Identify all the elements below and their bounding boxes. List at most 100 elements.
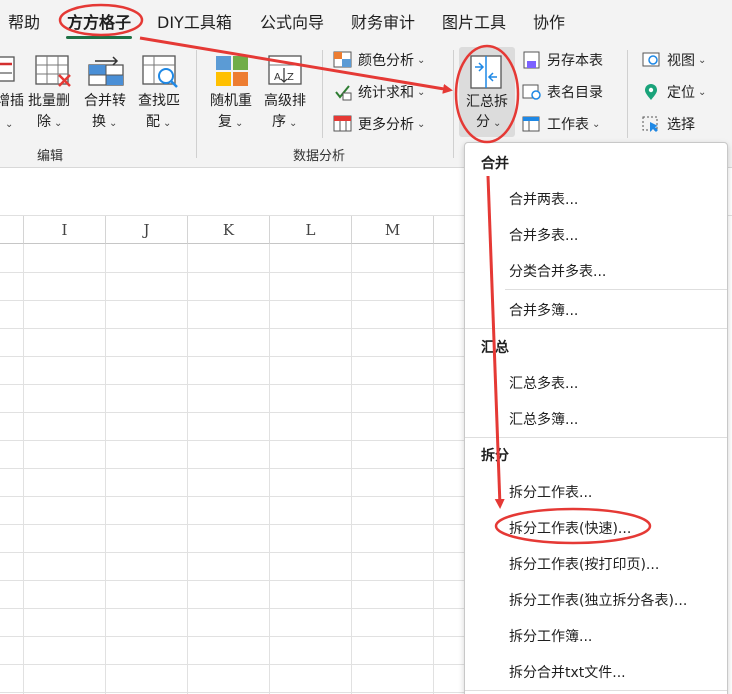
summary-split-dropdown: 合并 合并两表... 合并多表... 分类合并多表... 合并多簿... 汇总 … xyxy=(464,142,728,694)
advanced-sort-button[interactable]: A Z 高级排 序 ⌄ xyxy=(262,50,312,132)
column-header-k[interactable]: K xyxy=(188,216,270,244)
section-header-split: 拆分 xyxy=(481,448,509,464)
locate-button[interactable]: 定位 ⌄ xyxy=(642,80,706,104)
color-analysis-label: 颜色分析 xyxy=(358,53,414,69)
grid-line xyxy=(0,496,464,497)
active-tab-indicator xyxy=(66,36,132,39)
save-sheet-button[interactable]: 另存本表 xyxy=(522,48,603,72)
column-header-partial[interactable] xyxy=(0,216,24,244)
ribbon-divider xyxy=(453,50,454,158)
summary-split-label-1: 汇总拆 xyxy=(466,94,508,110)
grid-line xyxy=(0,440,464,441)
ribbon-divider xyxy=(322,50,323,138)
merge-convert-label-2: 换 ⌄ xyxy=(92,114,118,130)
grid-line xyxy=(0,692,464,693)
random-repeat-button[interactable]: 随机重 复 ⌄ xyxy=(208,50,258,132)
menu-item-category-merge-sheets[interactable]: 分类合并多表... xyxy=(509,261,606,281)
locate-pin-icon xyxy=(645,84,657,100)
chevron-down-icon: ⌄ xyxy=(417,86,426,98)
more-analysis-label: 更多分析 xyxy=(358,117,414,133)
group-label-data-analysis: 数据分析 xyxy=(293,149,346,164)
stat-sum-button[interactable]: 统计求和 ⌄ xyxy=(333,80,425,104)
merge-convert-label-1: 合并转 xyxy=(84,93,126,109)
menu-divider xyxy=(465,328,727,329)
advanced-sort-label-2: 序 ⌄ xyxy=(272,114,298,130)
menu-bar: 帮助 方方格子 DIY工具箱 公式向导 财务审计 图片工具 协作 xyxy=(0,0,732,42)
view-button[interactable]: 视图 ⌄ xyxy=(642,48,706,72)
worksheet-icon xyxy=(522,116,540,132)
grid-line xyxy=(0,552,464,553)
save-sheet-icon xyxy=(523,51,540,69)
menu-item-summarize-workbooks[interactable]: 汇总多簿... xyxy=(509,409,578,429)
column-header-m[interactable]: M xyxy=(352,216,434,244)
sheet-directory-label: 表名目录 xyxy=(547,85,603,101)
chevron-down-icon: ⌄ xyxy=(289,118,298,129)
insert-button[interactable]: 增插 ⌄ xyxy=(0,50,24,130)
merge-convert-icon xyxy=(88,56,124,86)
tab-image-tools[interactable]: 图片工具 xyxy=(442,9,506,33)
stat-sum-icon xyxy=(335,85,352,101)
grid-line xyxy=(0,356,464,357)
grid-line xyxy=(269,244,270,694)
more-analysis-button[interactable]: 更多分析 ⌄ xyxy=(333,112,425,136)
batch-delete-button[interactable]: 批量删 除 ⌄ xyxy=(28,50,78,132)
select-label: 选择 xyxy=(667,117,695,133)
tab-diy-toolbox[interactable]: DIY工具箱 xyxy=(157,9,232,33)
section-header-merge: 合并 xyxy=(481,156,509,172)
menu-item-split-worksheet-print-pages[interactable]: 拆分工作表(按打印页)... xyxy=(509,554,659,574)
grid-line xyxy=(187,244,188,694)
chevron-down-icon: ⌄ xyxy=(417,54,426,66)
grid-line xyxy=(0,300,464,301)
chevron-down-icon: ⌄ xyxy=(54,118,63,129)
column-header-l[interactable]: L xyxy=(270,216,352,244)
section-header-summary: 汇总 xyxy=(481,340,509,356)
chevron-down-icon: ⌄ xyxy=(235,118,244,129)
menu-item-merge-multiple-sheets[interactable]: 合并多表... xyxy=(509,225,578,245)
color-analysis-button[interactable]: 颜色分析 ⌄ xyxy=(333,48,425,72)
grid-line xyxy=(105,244,106,694)
chevron-down-icon: ⌄ xyxy=(592,118,601,130)
chevron-down-icon: ⌄ xyxy=(698,86,707,98)
menu-item-merge-multiple-workbooks[interactable]: 合并多簿... xyxy=(509,300,578,320)
grid-line xyxy=(0,468,464,469)
summary-split-icon xyxy=(470,55,502,89)
menu-item-merge-two-sheets[interactable]: 合并两表... xyxy=(509,189,578,209)
svg-text:Z: Z xyxy=(287,72,294,83)
insert-icon xyxy=(0,56,15,82)
summary-split-label-2: 分 ⌄ xyxy=(476,114,502,130)
more-analysis-icon xyxy=(333,115,352,132)
column-header-i[interactable]: I xyxy=(24,216,106,244)
select-button[interactable]: 选择 xyxy=(642,112,695,136)
tab-formula-wizard[interactable]: 公式向导 xyxy=(260,9,324,33)
lookup-match-icon xyxy=(142,55,178,88)
grid-line xyxy=(0,328,464,329)
chevron-down-icon: ⌄ xyxy=(417,118,426,130)
menu-item-split-worksheet-quick[interactable]: 拆分工作表(快速)... xyxy=(509,518,631,538)
tab-help[interactable]: 帮助 xyxy=(8,9,40,33)
column-header-partial[interactable] xyxy=(434,216,464,244)
grid-line xyxy=(0,272,464,273)
menu-item-summarize-sheets[interactable]: 汇总多表... xyxy=(509,373,578,393)
menu-item-split-worksheet[interactable]: 拆分工作表... xyxy=(509,482,592,502)
advanced-sort-icon: A Z xyxy=(268,55,302,85)
grid-line xyxy=(0,608,464,609)
worksheet-button[interactable]: 工作表 ⌄ xyxy=(522,112,600,136)
menu-item-split-workbook[interactable]: 拆分工作簿... xyxy=(509,626,592,646)
ribbon-divider xyxy=(627,50,628,138)
sheet-directory-button[interactable]: 表名目录 xyxy=(522,80,603,104)
grid-line xyxy=(0,412,464,413)
batch-delete-label-2: 除 ⌄ xyxy=(37,114,63,130)
menu-item-split-merge-txt[interactable]: 拆分合并txt文件... xyxy=(509,662,626,682)
tab-finance-audit[interactable]: 财务审计 xyxy=(351,9,415,33)
grid-line xyxy=(0,664,464,665)
lookup-match-button[interactable]: 查找匹 配 ⌄ xyxy=(136,50,186,132)
grid-line xyxy=(23,244,24,694)
menu-item-split-worksheet-independent[interactable]: 拆分工作表(独立拆分各表)... xyxy=(509,590,687,610)
batch-delete-label-1: 批量删 xyxy=(28,93,70,109)
merge-convert-button[interactable]: 合并转 换 ⌄ xyxy=(82,50,132,132)
tab-collaborate[interactable]: 协作 xyxy=(533,9,565,33)
grid-line xyxy=(351,244,352,694)
tab-fangfang[interactable]: 方方格子 xyxy=(67,9,131,33)
column-header-j[interactable]: J xyxy=(106,216,188,244)
lookup-match-label-1: 查找匹 xyxy=(138,93,180,109)
